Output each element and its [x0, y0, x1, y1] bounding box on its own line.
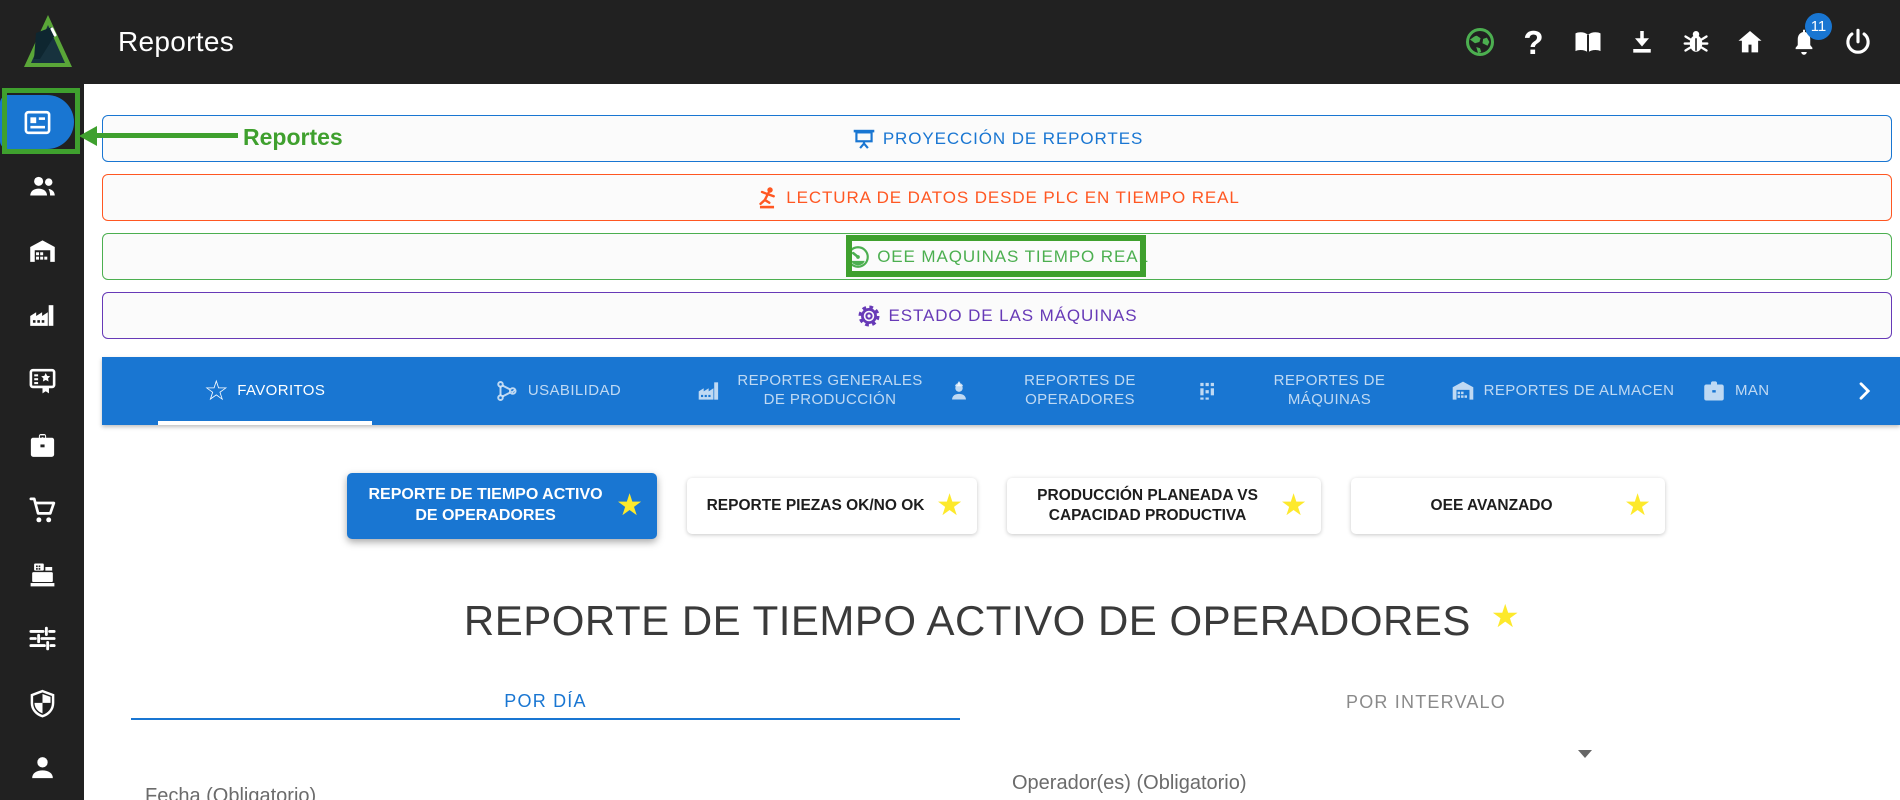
sidebar-item-purchases[interactable]: [0, 477, 84, 542]
annotation-reportes-label: Reportes: [243, 124, 343, 151]
favorite-star-icon[interactable]: ★: [1624, 491, 1651, 521]
tab-reportes-maquinas[interactable]: REPORTES DE MÁQUINAS: [1188, 357, 1437, 425]
security-icon: [27, 688, 58, 719]
briefcase-icon: [1701, 378, 1727, 404]
tab-reportes-generales[interactable]: REPORTES GENERALES DE PRODUCCIÓN: [688, 357, 938, 425]
tab-man-label: MAN: [1735, 382, 1770, 401]
favorite-star-icon[interactable]: ★: [1280, 491, 1307, 521]
warehouse-icon: [27, 236, 58, 267]
users-icon: [27, 171, 58, 202]
presentation-icon: [851, 126, 877, 152]
globe-icon[interactable]: [1463, 26, 1496, 59]
report-favorite-star-icon[interactable]: ★: [1491, 598, 1520, 634]
favorites-row: REPORTE DE TIEMPO ACTIVO DE OPERADORES ★…: [347, 473, 1665, 539]
proyeccion-de-reportes-button[interactable]: PROYECCIÓN DE REPORTES: [102, 115, 1892, 162]
tab-reportes-almacen[interactable]: REPORTES DE ALMACEN: [1437, 357, 1687, 425]
sidebar-item-users[interactable]: [0, 155, 84, 220]
certificate-icon: [27, 365, 58, 396]
sidebar-item-work[interactable]: [0, 413, 84, 478]
tab-maquinas-label: REPORTES DE MÁQUINAS: [1230, 372, 1429, 410]
register-icon: [27, 559, 58, 590]
tab-favoritos[interactable]: ☆ FAVORITOS: [102, 357, 427, 425]
annotation-highlight-sidebar-reports: [2, 88, 80, 154]
sidebar-item-register[interactable]: [0, 542, 84, 607]
report-subtabs: POR DÍA POR INTERVALO: [131, 684, 1892, 720]
tab-operadores-label: REPORTES DE OPERADORES: [980, 372, 1180, 410]
tabs-scroll-right-button[interactable]: [1842, 357, 1886, 425]
sidebar-item-factory[interactable]: [0, 284, 84, 349]
favorite-card-piezas-ok[interactable]: REPORTE PIEZAS OK/NO OK ★: [687, 478, 977, 534]
sidebar-item-warehouse[interactable]: [0, 219, 84, 284]
topbar-actions: ?: [1463, 26, 1874, 59]
tab-usabilidad[interactable]: USABILIDAD: [427, 357, 688, 425]
help-icon[interactable]: ?: [1517, 26, 1550, 59]
favorite-card-produccion-planeada[interactable]: PRODUCCIÓN PLANEADA VS CAPACIDAD PRODUCT…: [1007, 478, 1321, 534]
home-icon[interactable]: [1733, 26, 1766, 59]
factory-icon: [27, 300, 58, 331]
subtab-por-intervalo[interactable]: POR INTERVALO: [960, 684, 1892, 720]
factory-icon: [696, 378, 722, 404]
cart-icon: [27, 494, 58, 525]
warehouse-icon: [1450, 378, 1476, 404]
favorite-star-icon[interactable]: ★: [936, 491, 963, 521]
app-logo-icon: [22, 13, 74, 71]
chevron-right-icon: [1852, 379, 1876, 403]
favorite-card-tiempo-activo[interactable]: REPORTE DE TIEMPO ACTIVO DE OPERADORES ★: [347, 473, 657, 539]
annotation-arrow-line: [96, 133, 238, 138]
tune-icon: [27, 623, 58, 654]
briefcase-icon: [27, 430, 58, 461]
sidebar: [0, 84, 84, 800]
favorite-star-icon[interactable]: ★: [616, 491, 643, 521]
help-glyph: ?: [1523, 26, 1543, 59]
favorite-card-label: PRODUCCIÓN PLANEADA VS CAPACIDAD PRODUCT…: [1025, 486, 1270, 526]
operador-select-caret-icon[interactable]: [1578, 750, 1592, 758]
tab-generales-label: REPORTES GENERALES DE PRODUCCIÓN: [730, 372, 930, 410]
bug-report-icon[interactable]: [1679, 26, 1712, 59]
tab-mantenimiento-truncated[interactable]: MAN: [1687, 357, 1842, 425]
fecha-field-label[interactable]: Fecha (Obligatorio): [145, 785, 316, 800]
annotation-highlight-oee-button: [846, 235, 1146, 277]
operator-icon: [946, 378, 972, 404]
estado-maquinas-button[interactable]: ESTADO DE LAS MÁQUINAS: [102, 292, 1892, 339]
proyeccion-label: PROYECCIÓN DE REPORTES: [883, 129, 1143, 149]
report-title: REPORTE DE TIEMPO ACTIVO DE OPERADORES ★: [84, 597, 1900, 645]
star-outline-icon: ☆: [204, 377, 230, 405]
favorite-card-label: REPORTE DE TIEMPO ACTIVO DE OPERADORES: [365, 485, 606, 527]
tab-usabilidad-label: USABILIDAD: [528, 382, 621, 401]
plc-live-data-icon: [754, 185, 780, 211]
lectura-plc-button[interactable]: LECTURA DE DATOS DESDE PLC EN TIEMPO REA…: [102, 174, 1892, 221]
notification-count-badge: 11: [1805, 13, 1832, 40]
tab-favoritos-label: FAVORITOS: [237, 382, 325, 401]
subtab-por-dia[interactable]: POR DÍA: [131, 684, 960, 720]
report-title-text: REPORTE DE TIEMPO ACTIVO DE OPERADORES: [464, 597, 1471, 644]
operador-field-label[interactable]: Operador(es) (Obligatorio): [1012, 772, 1247, 795]
main-content: PROYECCIÓN DE REPORTES LECTURA DE DATOS …: [84, 84, 1900, 800]
page-title: Reportes: [118, 26, 234, 58]
lectura-label: LECTURA DE DATOS DESDE PLC EN TIEMPO REA…: [786, 188, 1240, 208]
usability-route-icon: [494, 378, 520, 404]
estado-label: ESTADO DE LAS MÁQUINAS: [888, 306, 1137, 326]
favorite-card-label: REPORTE PIEZAS OK/NO OK: [705, 496, 926, 516]
manual-icon[interactable]: [1571, 26, 1604, 59]
annotation-arrow-head: [79, 126, 97, 146]
notifications-icon[interactable]: 11: [1787, 26, 1820, 59]
sidebar-item-certificates[interactable]: [0, 348, 84, 413]
favorite-card-label: OEE AVANZADO: [1369, 496, 1614, 516]
sidebar-item-account[interactable]: [0, 735, 84, 800]
top-bar: Reportes ?: [0, 0, 1900, 84]
account-icon: [27, 752, 58, 783]
sidebar-item-security[interactable]: [0, 671, 84, 736]
app-window: Reportes ?: [0, 0, 1900, 800]
sidebar-item-settings[interactable]: [0, 606, 84, 671]
tab-almacen-label: REPORTES DE ALMACEN: [1484, 382, 1675, 401]
tab-reportes-operadores[interactable]: REPORTES DE OPERADORES: [938, 357, 1188, 425]
power-icon[interactable]: [1841, 26, 1874, 59]
download-icon[interactable]: [1625, 26, 1658, 59]
report-tabbar: ☆ FAVORITOS USABILIDAD REPORTES GENERALE…: [102, 357, 1900, 425]
favorite-card-oee-avanzado[interactable]: OEE AVANZADO ★: [1351, 478, 1665, 534]
gear-icon: [856, 303, 882, 329]
machine-icon: [1196, 378, 1222, 404]
